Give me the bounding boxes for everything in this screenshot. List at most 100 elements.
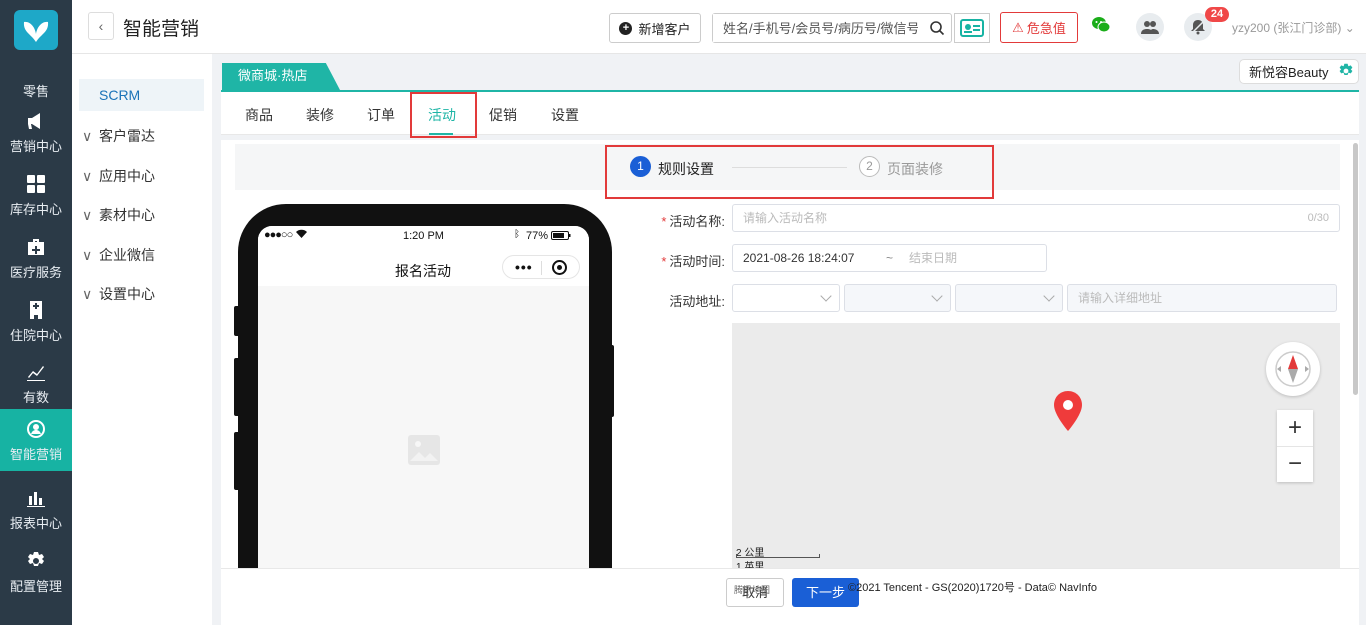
subnav-item-label: 设置中心	[99, 286, 155, 302]
nav-item-label: 库存中心	[9, 202, 62, 217]
map-pin-icon[interactable]	[1052, 389, 1084, 433]
nav-item-label: 营销中心	[9, 139, 62, 154]
chevron-down-icon: ∨	[82, 127, 93, 144]
nav-item-label: 零售	[22, 84, 49, 99]
nav-item-inpatient-center[interactable]: 住院中心	[0, 290, 72, 352]
brand-name: 新悦容Beauty	[1249, 65, 1329, 80]
id-card-button[interactable]	[954, 13, 990, 43]
bluetooth-icon: ᛒ	[514, 229, 520, 240]
mini-program-title: 报名活动	[395, 263, 451, 279]
activity-time-label-text: 活动时间:	[669, 254, 725, 269]
notification-badge: 24	[1205, 7, 1229, 22]
battery-level: 77%	[526, 230, 571, 242]
activity-address-label: 活动地址:	[669, 294, 725, 309]
subnav-item-material-center[interactable]: ∨ 素材中心	[82, 205, 155, 225]
tab-orders[interactable]: 订单	[367, 105, 395, 125]
subnav-item-label: 客户雷达	[99, 128, 155, 144]
phone-status-bar: ●●●○○ 1:20 PM ᛒ 77%	[258, 226, 589, 246]
nav-item-label: 医疗服务	[9, 265, 62, 280]
new-customer-label: 新增客户	[638, 21, 691, 37]
chart-line-icon	[25, 362, 47, 382]
tencent-map-logo: 腾讯地图	[734, 585, 771, 595]
nav-item-report-center[interactable]: 报表中心	[0, 478, 72, 540]
address-detail-input[interactable]: 请输入详细地址	[1067, 284, 1337, 312]
district-select[interactable]	[955, 284, 1063, 312]
butterfly-logo-icon	[23, 21, 49, 42]
end-date-input[interactable]: 结束日期	[909, 245, 957, 271]
tab-settings[interactable]: 设置	[551, 105, 579, 125]
capsule-divider	[541, 261, 542, 275]
zoom-control: + −	[1277, 410, 1313, 482]
nav-item-label: 报表中心	[9, 516, 62, 531]
mini-program-capsule[interactable]: •••	[502, 255, 580, 279]
tab-promotions[interactable]: 促销	[489, 105, 517, 125]
customer-search	[712, 13, 952, 43]
page-title: 智能营销	[123, 19, 200, 40]
users-icon[interactable]	[1136, 13, 1164, 41]
more-icon[interactable]: •••	[515, 259, 533, 275]
map-view[interactable]: + − 2 公里 1 英里	[732, 323, 1340, 570]
nav-item-retail[interactable]: 零售	[0, 46, 72, 108]
chevron-down-icon	[820, 290, 832, 302]
grid-icon	[25, 174, 47, 194]
zoom-out-button[interactable]: −	[1277, 446, 1313, 482]
customer-search-input[interactable]	[713, 14, 918, 42]
tab-products[interactable]: 商品	[245, 105, 273, 125]
new-customer-button[interactable]: + 新增客户	[609, 13, 701, 43]
date-range-separator: ~	[886, 251, 894, 265]
main-sidebar: 零售 营销中心 库存中心 医疗服务 住院中心 有数 智能营销 报表中心 配置管理	[0, 0, 72, 625]
chevron-down-icon: ∨	[82, 285, 93, 302]
city-select[interactable]	[844, 284, 951, 312]
image-placeholder-icon	[408, 435, 440, 465]
subnav-item-settings-center[interactable]: ∨ 设置中心	[82, 284, 155, 304]
hospital-icon	[25, 300, 47, 320]
close-mini-program-icon[interactable]	[552, 260, 567, 275]
subnav-item-label: 企业微信	[99, 247, 155, 263]
chevron-down-icon: ∨	[82, 246, 93, 263]
nav-item-smart-marketing[interactable]: 智能营销	[0, 409, 72, 471]
province-select[interactable]	[732, 284, 840, 312]
nav-item-config-management[interactable]: 配置管理	[0, 541, 72, 603]
scrm-sidebar: SCRM ∨ 客户雷达 ∨ 应用中心 ∨ 素材中心 ∨ 企业微信 ∨ 设置中心	[72, 54, 212, 625]
app-logo[interactable]	[14, 10, 58, 50]
brand-selector[interactable]: 新悦容Beauty	[1239, 59, 1359, 84]
compass-control[interactable]	[1266, 342, 1320, 396]
gear-icon[interactable]	[1338, 63, 1354, 79]
nav-item-data[interactable]: 有数	[0, 352, 72, 414]
nav-item-medical-service[interactable]: 医疗服务	[0, 227, 72, 289]
subnav-item-label: 素材中心	[99, 207, 155, 223]
activity-time-range[interactable]: 2021-08-26 18:24:07 ~ 结束日期	[732, 244, 1047, 272]
activity-name-label-text: 活动名称:	[669, 214, 725, 229]
subnav-item-app-center[interactable]: ∨ 应用中心	[82, 166, 155, 186]
warning-icon: ⚠	[1012, 19, 1024, 35]
tab-decoration[interactable]: 装修	[306, 105, 334, 125]
chevron-down-icon: ∨	[82, 167, 93, 184]
back-button[interactable]: ‹	[88, 12, 114, 40]
zoom-in-button[interactable]: +	[1277, 410, 1313, 446]
top-bar: ‹ 智能营销 + 新增客户 ⚠ 危急值 24 yzy200 (张江门诊部) ⌄	[72, 0, 1366, 54]
nav-item-marketing-center[interactable]: 营销中心	[0, 101, 72, 163]
store-tab[interactable]: 微商城·热店	[222, 63, 340, 90]
nav-item-label: 配置管理	[9, 579, 62, 594]
nav-item-label: 智能营销	[9, 447, 62, 462]
subnav-item-label: 应用中心	[99, 168, 155, 184]
megaphone-icon	[25, 111, 47, 131]
subnav-item-scrm[interactable]: SCRM	[79, 79, 204, 111]
activity-name-label: * 活动名称:	[655, 211, 725, 230]
subnav-item-enterprise-wechat[interactable]: ∨ 企业微信	[82, 245, 155, 265]
start-date-value[interactable]: 2021-08-26 18:24:07	[743, 251, 854, 265]
required-mark: *	[661, 214, 667, 229]
critical-value-button[interactable]: ⚠ 危急值	[1000, 12, 1078, 43]
user-menu[interactable]: yzy200 (张江门诊部) ⌄	[1232, 19, 1355, 36]
subnav-item-customer-radar[interactable]: ∨ 客户雷达	[82, 126, 155, 146]
compass-icon	[1275, 351, 1311, 387]
activity-name-input[interactable]	[743, 211, 1283, 225]
nav-item-label: 住院中心	[9, 328, 62, 343]
wechat-icon[interactable]	[1091, 16, 1111, 34]
user-name-label: yzy200 (张江门诊部)	[1232, 21, 1342, 35]
map-copyright: ©2021 Tencent - GS(2020)1720号 - Data© Na…	[848, 582, 1097, 594]
nav-item-inventory-center[interactable]: 库存中心	[0, 164, 72, 226]
search-icon[interactable]	[929, 20, 945, 36]
chevron-left-icon: ‹	[98, 18, 104, 34]
content-scrollbar[interactable]	[1353, 143, 1358, 395]
